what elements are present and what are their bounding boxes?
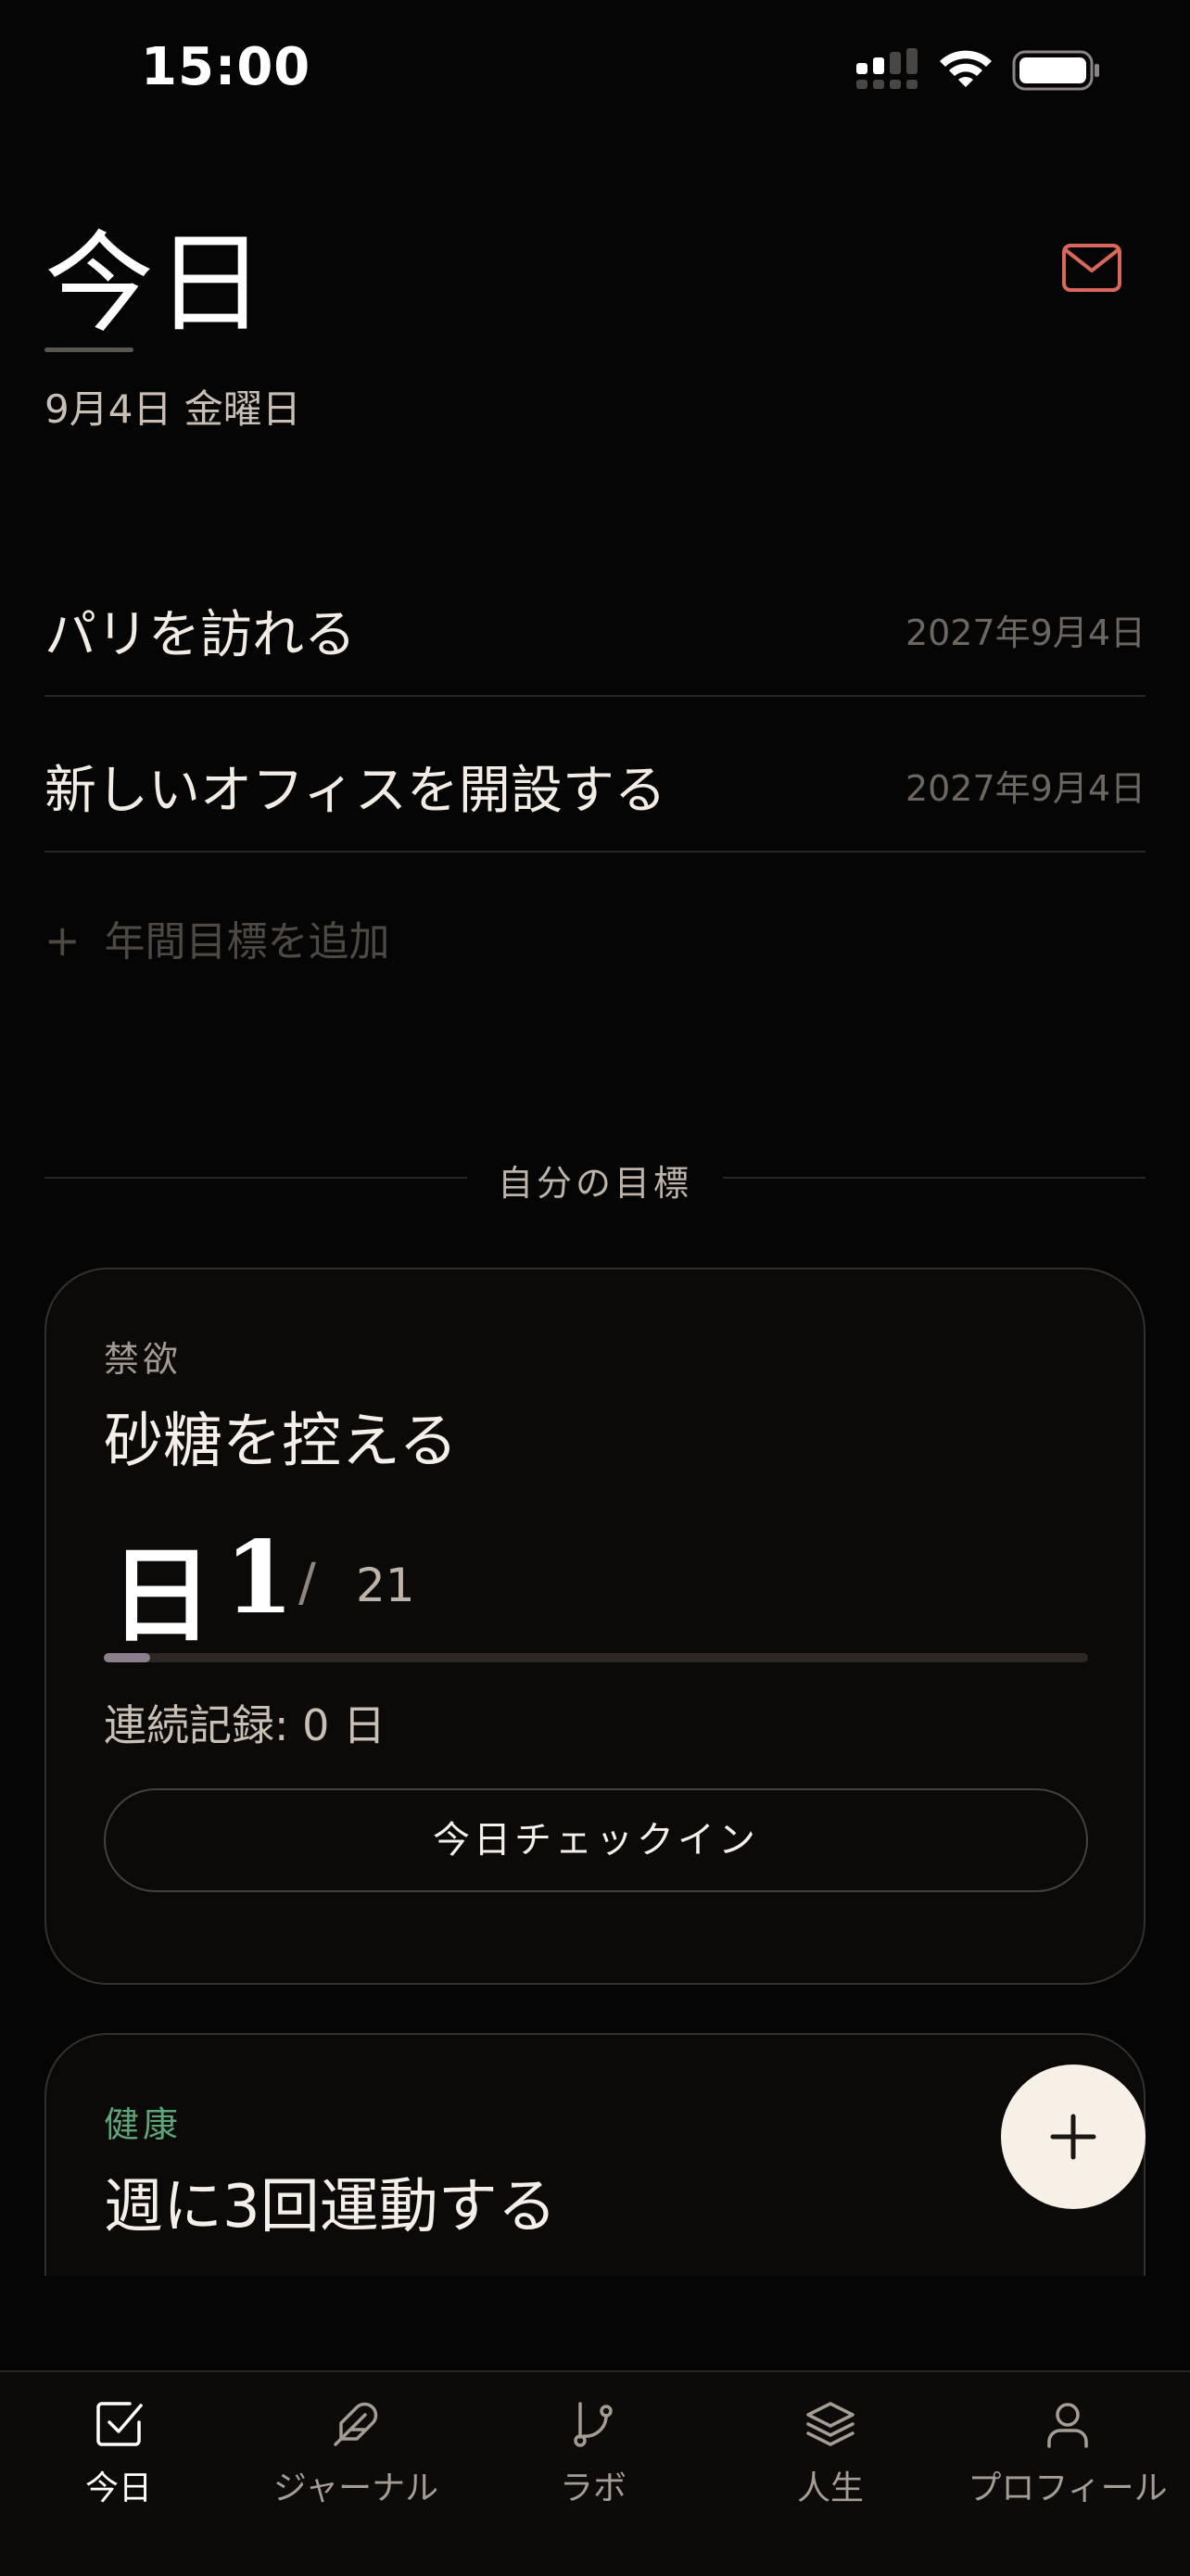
annual-goal-row[interactable]: 新しいオフィスを開設する 2027年9月4日 <box>44 697 1146 852</box>
git-branch-icon <box>574 2402 613 2447</box>
progress-fill <box>104 1653 150 1662</box>
checkbox-icon <box>96 2402 143 2446</box>
tab-profile[interactable]: プロフィール <box>949 2372 1186 2576</box>
current-date: 9月4日 金曜日 <box>44 386 301 432</box>
status-time: 15:00 <box>141 37 311 97</box>
day-total: 21 <box>356 1559 415 1612</box>
progress-bar <box>104 1653 1088 1662</box>
section-title: 自分の目標 <box>497 1163 692 1204</box>
battery-icon <box>1012 50 1099 91</box>
streak-text: 連続記録: 0 日 <box>104 1700 386 1750</box>
tab-label: 今日 <box>84 2469 152 2507</box>
tab-label: ジャーナル <box>272 2469 439 2507</box>
tab-label: プロフィール <box>968 2469 1168 2507</box>
goal-card[interactable]: 健康 週に3回運動する <box>44 2033 1146 2276</box>
tab-label: ラボ <box>559 2469 627 2507</box>
tab-label: 人生 <box>796 2469 864 2507</box>
tab-lab[interactable]: ラボ <box>475 2372 712 2576</box>
goal-category: 禁欲 <box>104 1339 183 1380</box>
tab-bar: 今日 ジャーナル ラボ 人生 プロフィール <box>0 2370 1190 2576</box>
divider <box>44 1177 467 1179</box>
goal-date: 2027年9月4日 <box>905 612 1146 653</box>
goal-card-title: 週に3回運動する <box>104 2173 557 2241</box>
goal-category: 健康 <box>104 2104 183 2145</box>
layers-icon <box>806 2402 855 2446</box>
add-goal-fab[interactable] <box>1001 2065 1146 2209</box>
plus-icon: + <box>44 915 81 966</box>
page-title: 今日 <box>44 220 268 347</box>
day-prefix: 日 <box>109 1535 213 1657</box>
title-underline <box>44 347 133 352</box>
tab-journal[interactable]: ジャーナル <box>237 2372 475 2576</box>
goal-title: 新しいオフィスを開設する <box>44 761 666 821</box>
day-separator: / <box>298 1553 316 1613</box>
wifi-icon <box>940 50 992 87</box>
annual-goal-row[interactable]: パリを訪れる 2027年9月4日 <box>44 541 1146 697</box>
goal-card-title: 砂糖を控える <box>104 1408 459 1476</box>
divider <box>723 1177 1146 1179</box>
goal-date: 2027年9月4日 <box>905 768 1146 809</box>
add-annual-goal-button[interactable]: + 年間目標を追加 <box>44 908 390 967</box>
cellular-signal-icon <box>856 48 918 89</box>
add-goal-label: 年間目標を追加 <box>104 918 390 966</box>
checkin-button[interactable]: 今日チェックイン <box>104 1788 1088 1892</box>
mail-icon[interactable] <box>1061 243 1122 293</box>
goal-title: パリを訪れる <box>44 605 356 665</box>
user-icon <box>1047 2403 1088 2448</box>
goal-card[interactable]: 禁欲 砂糖を控える 日 1 / 21 連続記録: 0 日 今日チェックイン <box>44 1268 1146 1985</box>
tab-life[interactable]: 人生 <box>712 2372 949 2576</box>
plus-icon <box>1050 2114 1096 2160</box>
feather-icon <box>334 2402 378 2446</box>
tab-today[interactable]: 今日 <box>0 2372 237 2576</box>
day-counter: 日 1 / 21 <box>104 1512 753 1657</box>
day-current: 1 <box>224 1520 295 1636</box>
